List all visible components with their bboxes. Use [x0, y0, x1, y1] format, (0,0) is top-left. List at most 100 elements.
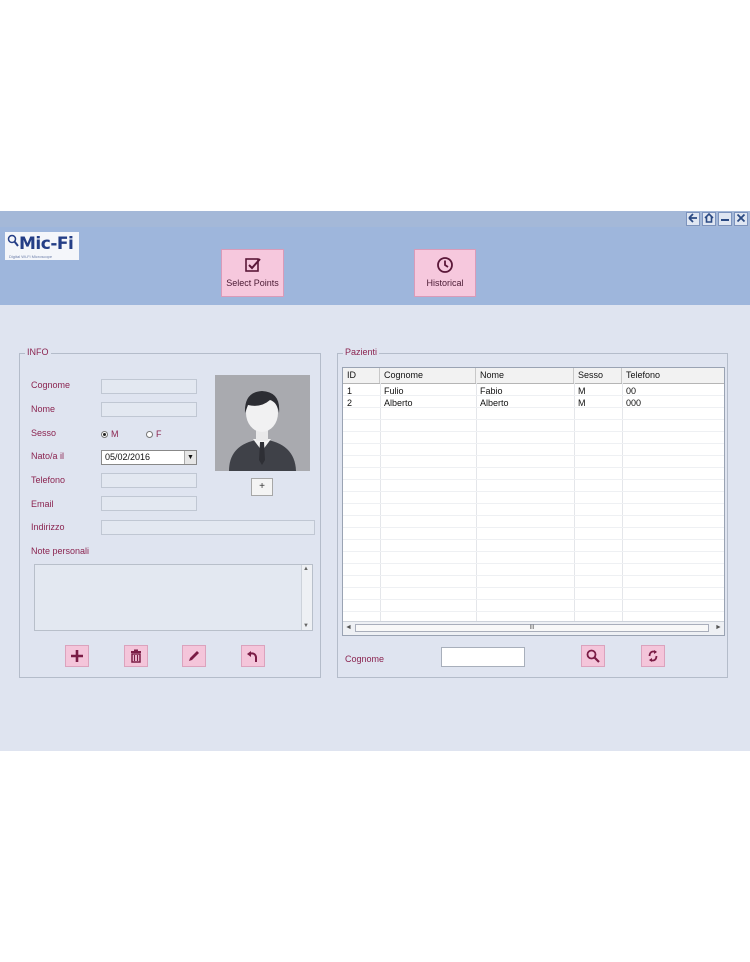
magnifier-logo-icon	[7, 234, 19, 247]
search-cognome-input[interactable]	[441, 647, 525, 667]
note-label: Note personali	[31, 546, 90, 556]
app-window: Mic-Fi Digital Wi-Fi Microscope Select P…	[0, 211, 750, 751]
title-bar	[0, 211, 750, 227]
search-cognome-label: Cognome	[345, 654, 385, 664]
row-gridline	[343, 419, 724, 420]
nato-label: Nato/a il	[31, 451, 65, 461]
sesso-m-label: M	[111, 429, 119, 439]
table-row[interactable]: 1 Fulio Fabio M 00	[343, 385, 724, 397]
cognome-label: Cognome	[31, 380, 71, 390]
pazienti-table: ID Cognome Nome Sesso Telefono 1 Fulio F…	[342, 367, 725, 636]
pazienti-group: Pazienti ID Cognome Nome Sesso Telefono …	[337, 347, 728, 678]
column-header-cognome[interactable]: Cognome	[380, 368, 476, 383]
header: Mic-Fi Digital Wi-Fi Microscope Select P…	[0, 227, 750, 305]
scroll-down-icon[interactable]: ▼	[303, 623, 309, 629]
person-avatar-icon	[229, 391, 296, 471]
select-points-label: Select Points	[226, 278, 279, 288]
note-textarea[interactable]: ▲ ▼	[34, 564, 313, 631]
close-icon[interactable]	[734, 212, 748, 226]
chevron-down-icon[interactable]: ▼	[184, 451, 196, 464]
table-row[interactable]: 2 Alberto Alberto M 000	[343, 397, 724, 409]
checkbox-icon	[244, 258, 261, 272]
scroll-thumb[interactable]: III	[355, 624, 709, 632]
scroll-up-icon[interactable]: ▲	[303, 566, 309, 572]
nato-date-value: 05/02/2016	[105, 452, 151, 462]
nato-date-picker[interactable]: 05/02/2016 ▼	[101, 450, 197, 465]
row-gridline	[343, 575, 724, 576]
column-header-id[interactable]: ID	[343, 368, 380, 383]
email-field[interactable]	[101, 496, 197, 511]
row-gridline	[343, 431, 724, 432]
add-button[interactable]	[65, 645, 89, 667]
home-icon[interactable]	[702, 212, 716, 226]
scroll-left-icon[interactable]: ◄	[343, 622, 354, 634]
row-gridline	[343, 479, 724, 480]
minimize-icon[interactable]	[718, 212, 732, 226]
clock-icon	[437, 257, 453, 273]
nome-label: Nome	[31, 404, 56, 414]
row-gridline	[343, 611, 724, 612]
table-header: ID Cognome Nome Sesso Telefono	[343, 368, 724, 384]
cell-telefono: 00	[626, 386, 637, 396]
logo-text: Mic-Fi	[19, 234, 74, 254]
radio-dot-f	[146, 430, 153, 438]
nome-field[interactable]	[101, 402, 197, 417]
logo-subtitle: Digital Wi-Fi Microscope	[9, 254, 53, 259]
historical-button[interactable]: Historical	[414, 249, 476, 297]
indirizzo-field[interactable]	[101, 520, 315, 535]
scroll-right-icon[interactable]: ►	[713, 622, 724, 634]
table-horizontal-scrollbar[interactable]: ◄ III ►	[343, 621, 724, 635]
indirizzo-label: Indirizzo	[31, 522, 65, 532]
cognome-field[interactable]	[101, 379, 197, 394]
delete-button[interactable]	[124, 645, 148, 667]
pazienti-legend: Pazienti	[343, 347, 380, 357]
undo-icon	[247, 651, 257, 662]
column-header-telefono[interactable]: Telefono	[622, 368, 724, 383]
sesso-radio-m[interactable]: M	[101, 429, 119, 439]
avatar	[215, 375, 310, 471]
historical-label: Historical	[426, 278, 464, 288]
sesso-label: Sesso	[31, 428, 57, 438]
column-header-nome[interactable]: Nome	[476, 368, 574, 383]
row-gridline	[343, 515, 724, 516]
sesso-f-label: F	[156, 429, 162, 439]
row-gridline	[343, 443, 724, 444]
window-controls	[686, 212, 748, 226]
add-photo-button[interactable]: +	[251, 478, 273, 496]
row-gridline	[343, 455, 724, 456]
info-group: INFO Cognome Nome Sesso M F Nato/a il 05…	[19, 347, 321, 678]
note-scrollbar[interactable]: ▲ ▼	[301, 565, 312, 630]
info-legend: INFO	[25, 347, 51, 357]
trash-icon	[131, 649, 141, 663]
row-gridline	[343, 467, 724, 468]
logo: Mic-Fi Digital Wi-Fi Microscope	[5, 232, 79, 260]
row-gridline	[343, 503, 724, 504]
row-gridline	[343, 563, 724, 564]
cell-cognome: Alberto	[384, 398, 413, 408]
email-label: Email	[31, 499, 54, 509]
cell-cognome: Fulio	[384, 386, 404, 396]
column-header-sesso[interactable]: Sesso	[574, 368, 622, 383]
cell-sesso: M	[578, 386, 586, 396]
undo-button[interactable]	[241, 645, 265, 667]
edit-button[interactable]	[182, 645, 206, 667]
telefono-field[interactable]	[101, 473, 197, 488]
refresh-icon	[648, 650, 658, 662]
row-gridline	[343, 527, 724, 528]
pencil-icon	[189, 651, 199, 661]
row-gridline	[343, 599, 724, 600]
row-gridline	[343, 491, 724, 492]
cell-nome: Fabio	[480, 386, 503, 396]
sesso-radio-f[interactable]: F	[146, 429, 162, 439]
search-icon	[586, 649, 600, 663]
refresh-button[interactable]	[641, 645, 665, 667]
row-gridline	[343, 539, 724, 540]
telefono-label: Telefono	[31, 475, 66, 485]
search-button[interactable]	[581, 645, 605, 667]
cell-id: 2	[347, 398, 353, 408]
row-gridline	[343, 587, 724, 588]
radio-dot-m	[101, 430, 108, 438]
scroll-thumb-grip: III	[529, 625, 535, 631]
back-arrow-icon[interactable]	[686, 212, 700, 226]
select-points-button[interactable]: Select Points	[221, 249, 284, 297]
